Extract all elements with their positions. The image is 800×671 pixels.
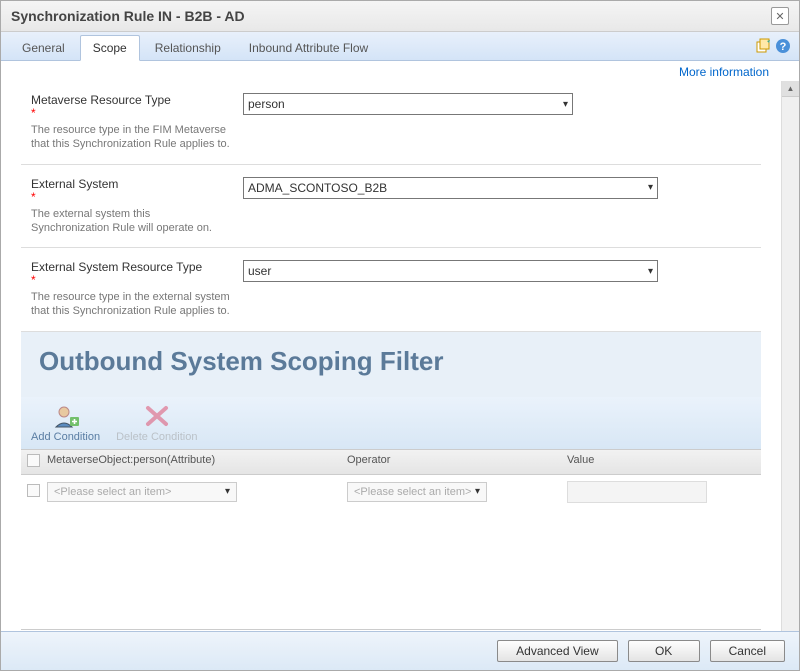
delete-condition-label: Delete Condition — [116, 431, 197, 445]
attribute-select[interactable]: <Please select an item> ▾ — [47, 482, 237, 502]
ext-type-label: External System Resource Type — [31, 260, 231, 274]
chevron-down-icon: ▾ — [648, 182, 653, 193]
value-input[interactable] — [567, 481, 707, 503]
mv-type-help: The resource type in the FIM Metaverse t… — [31, 123, 231, 152]
section-title: Outbound System Scoping Filter — [21, 332, 761, 397]
grid-header-operator: Operator — [347, 454, 567, 470]
more-info-row: More information — [1, 61, 799, 81]
field-external-system: External System * The external system th… — [21, 165, 761, 249]
chevron-down-icon: ▾ — [475, 486, 480, 497]
more-information-link[interactable]: More information — [679, 65, 769, 79]
chevron-down-icon: ▾ — [648, 266, 653, 277]
tab-scope[interactable]: Scope — [80, 35, 140, 61]
cancel-button[interactable]: Cancel — [710, 640, 785, 662]
dialog-title: Synchronization Rule IN - B2B - AD — [11, 8, 245, 24]
ext-type-value: user — [248, 264, 271, 278]
delete-icon — [143, 403, 171, 429]
tab-inbound-attribute-flow[interactable]: Inbound Attribute Flow — [236, 35, 381, 60]
ext-type-help: The resource type in the external system… — [31, 290, 231, 319]
mv-type-label: Metaverse Resource Type — [31, 93, 231, 107]
ok-button[interactable]: OK — [628, 640, 700, 662]
help-icon[interactable]: ? — [775, 38, 791, 54]
ext-system-value: ADMA_SCONTOSO_B2B — [248, 181, 387, 195]
operator-select[interactable]: <Please select an item> ▾ — [347, 482, 487, 502]
advanced-view-button[interactable]: Advanced View — [497, 640, 618, 662]
mv-type-select[interactable]: person ▾ — [243, 93, 573, 115]
grid-header: MetaverseObject:person(Attribute) Operat… — [21, 449, 761, 475]
operator-placeholder: <Please select an item> — [354, 486, 471, 498]
scroll-up-icon[interactable]: ▲ — [782, 81, 799, 97]
attribute-placeholder: <Please select an item> — [54, 486, 171, 498]
delete-condition-button: Delete Condition — [114, 401, 199, 447]
ext-system-label: External System — [31, 177, 231, 191]
copy-resource-icon[interactable] — [755, 38, 771, 54]
ext-system-help: The external system this Synchronization… — [31, 207, 231, 236]
add-user-icon — [52, 403, 80, 429]
field-external-system-resource-type: External System Resource Type * The reso… — [21, 248, 761, 332]
close-icon: ✕ — [775, 10, 784, 23]
grid-row: <Please select an item> ▾ <Please select… — [21, 475, 761, 509]
tab-relationship[interactable]: Relationship — [142, 35, 234, 60]
mv-type-value: person — [248, 97, 285, 111]
select-all-checkbox[interactable] — [27, 454, 40, 467]
add-condition-label: Add Condition — [31, 431, 100, 445]
conditions-grid: MetaverseObject:person(Attribute) Operat… — [21, 449, 761, 631]
svg-text:?: ? — [780, 41, 787, 53]
required-indicator: * — [31, 191, 231, 203]
chevron-down-icon: ▾ — [563, 99, 568, 110]
add-condition-button[interactable]: Add Condition — [29, 401, 102, 447]
ext-type-select[interactable]: user ▾ — [243, 260, 658, 282]
dialog-button-bar: Advanced View OK Cancel — [1, 631, 799, 670]
chevron-down-icon: ▾ — [225, 486, 230, 497]
grid-empty-space — [21, 509, 761, 629]
close-button[interactable]: ✕ — [771, 7, 789, 25]
row-checkbox[interactable] — [27, 484, 40, 497]
vertical-scrollbar[interactable]: ▲ — [781, 81, 799, 631]
field-metaverse-resource-type: Metaverse Resource Type * The resource t… — [21, 81, 761, 165]
required-indicator: * — [31, 274, 231, 286]
tab-toolbar-icons: ? — [755, 38, 791, 57]
dialog-window: Synchronization Rule IN - B2B - AD ✕ Gen… — [0, 0, 800, 671]
required-indicator: * — [31, 107, 231, 119]
content-area: Metaverse Resource Type * The resource t… — [1, 81, 799, 631]
title-bar: Synchronization Rule IN - B2B - AD ✕ — [1, 1, 799, 32]
scroll-body: Metaverse Resource Type * The resource t… — [1, 81, 781, 631]
tab-strip: General Scope Relationship Inbound Attri… — [1, 32, 799, 61]
tab-general[interactable]: General — [9, 35, 78, 60]
ext-system-select[interactable]: ADMA_SCONTOSO_B2B ▾ — [243, 177, 658, 199]
grid-header-value: Value — [567, 454, 755, 470]
grid-header-attribute: MetaverseObject:person(Attribute) — [47, 454, 347, 470]
condition-toolbar: Add Condition Delete Condition — [21, 397, 761, 449]
